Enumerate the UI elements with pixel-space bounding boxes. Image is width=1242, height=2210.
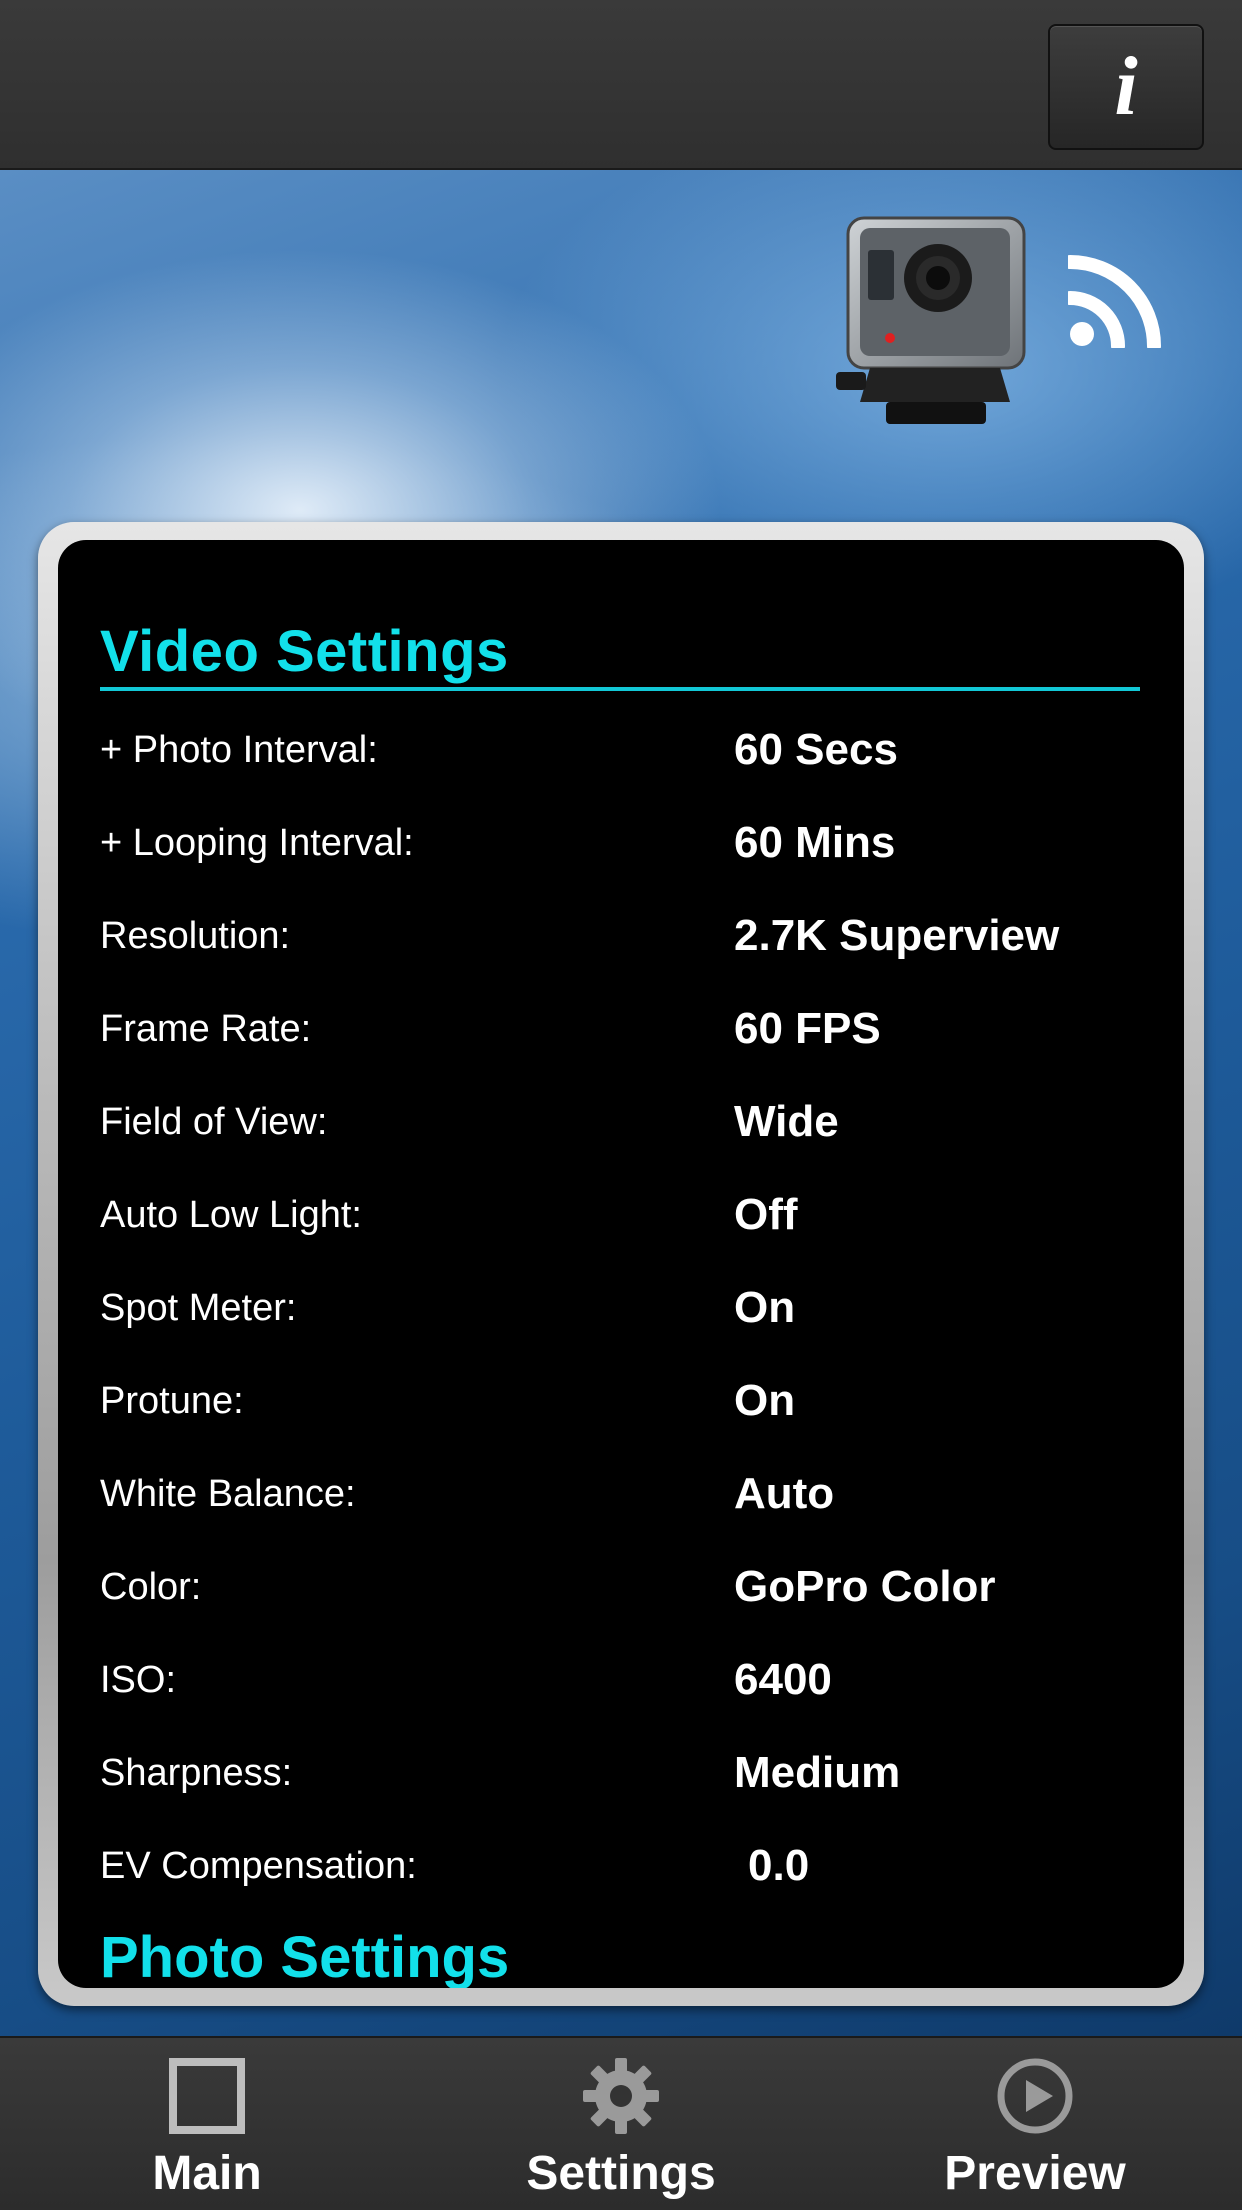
gear-icon xyxy=(583,2058,659,2134)
setting-value: Off xyxy=(734,1190,798,1239)
setting-label: Field of View: xyxy=(100,1101,328,1143)
section-divider xyxy=(100,687,1140,691)
setting-value: 2.7K Superview xyxy=(734,911,1060,960)
setting-row-ev-compensation[interactable]: EV Compensation: 0.0 xyxy=(100,1826,1140,1906)
setting-row-field-of-view[interactable]: Field of View: Wide xyxy=(100,1082,1140,1162)
setting-label: + Photo Interval: xyxy=(100,729,378,771)
setting-row-spot-meter[interactable]: Spot Meter: On xyxy=(100,1268,1140,1348)
tab-bar: Main Settings Preview xyxy=(0,2036,1242,2210)
setting-row-frame-rate[interactable]: Frame Rate: 60 FPS xyxy=(100,989,1140,1069)
gopro-camera-icon[interactable] xyxy=(830,210,1040,438)
setting-label: Frame Rate: xyxy=(100,1008,312,1050)
setting-label: ISO: xyxy=(100,1659,177,1701)
tab-settings[interactable]: Settings xyxy=(414,2038,828,2210)
setting-value: 6400 xyxy=(734,1655,832,1704)
setting-label: EV Compensation: xyxy=(100,1845,417,1887)
setting-value: 60 Secs xyxy=(734,725,898,774)
info-icon: i xyxy=(1114,40,1138,133)
setting-row-protune[interactable]: Protune: On xyxy=(100,1361,1140,1441)
tab-main[interactable]: Main xyxy=(0,2038,414,2210)
setting-label: Color: xyxy=(100,1566,202,1608)
settings-panel[interactable]: Video Settings + Photo Interval: 60 Secs… xyxy=(58,540,1184,1988)
top-bar: i xyxy=(0,0,1242,170)
setting-label: Spot Meter: xyxy=(100,1287,297,1329)
setting-value: 0.0 xyxy=(748,1841,810,1890)
setting-label: + Looping Interval: xyxy=(100,822,414,864)
info-button[interactable]: i xyxy=(1048,24,1204,150)
setting-label: Sharpness: xyxy=(100,1752,293,1794)
setting-row-auto-low-light[interactable]: Auto Low Light: Off xyxy=(100,1175,1140,1255)
video-settings-title: Video Settings xyxy=(100,619,509,684)
setting-value: Medium xyxy=(734,1748,901,1797)
wifi-signal-icon xyxy=(1068,255,1161,348)
tab-label: Settings xyxy=(526,2147,716,2200)
setting-label: White Balance: xyxy=(100,1473,356,1515)
setting-row-iso[interactable]: ISO: 6400 xyxy=(100,1640,1140,1720)
setting-row-looping-interval[interactable]: + Looping Interval: 60 Mins xyxy=(100,803,1140,883)
setting-value: Wide xyxy=(734,1097,839,1146)
setting-value: On xyxy=(734,1283,796,1332)
tab-label: Preview xyxy=(944,2147,1126,2200)
setting-row-sharpness[interactable]: Sharpness: Medium xyxy=(100,1733,1140,1813)
setting-label: Protune: xyxy=(100,1380,244,1422)
setting-value: Auto xyxy=(734,1469,835,1518)
settings-panel-frame: Video Settings + Photo Interval: 60 Secs… xyxy=(38,522,1204,2006)
setting-value: GoPro Color xyxy=(734,1562,996,1611)
tab-preview[interactable]: Preview xyxy=(828,2038,1242,2210)
play-circle-icon xyxy=(997,2058,1073,2134)
setting-row-resolution[interactable]: Resolution: 2.7K Superview xyxy=(100,896,1140,976)
photo-settings-title: Photo Settings xyxy=(100,1925,510,1988)
setting-row-white-balance[interactable]: White Balance: Auto xyxy=(100,1454,1140,1534)
setting-row-photo-interval[interactable]: + Photo Interval: 60 Secs xyxy=(100,710,1140,790)
setting-label: Auto Low Light: xyxy=(100,1194,362,1236)
setting-row-color[interactable]: Color: GoPro Color xyxy=(100,1547,1140,1627)
setting-value: 60 Mins xyxy=(734,818,896,867)
setting-label: Resolution: xyxy=(100,915,291,957)
square-icon xyxy=(169,2058,245,2134)
setting-value: 60 FPS xyxy=(734,1004,881,1053)
setting-value: On xyxy=(734,1376,796,1425)
tab-label: Main xyxy=(152,2147,262,2200)
